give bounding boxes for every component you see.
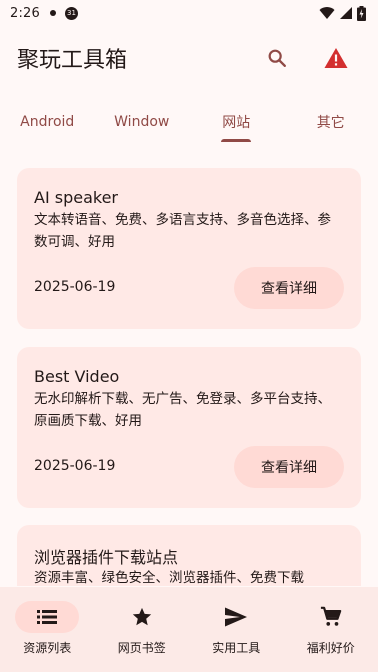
app-bar: 聚玩工具箱 — [0, 34, 378, 82]
search-icon — [268, 49, 286, 67]
nav-item-bookmarks[interactable]: 网页书签 — [95, 587, 190, 672]
wifi-icon — [319, 7, 335, 20]
card-description: 无水印解析下载、无广告、免登录、多平台支持、原画质下载、好用 — [34, 391, 331, 429]
list-item[interactable]: AI speaker 文本转语音、免费、多语言支持、多音色选择、参数可调、好用 … — [17, 168, 361, 329]
tab-window[interactable]: Window — [95, 100, 190, 144]
cart-icon — [320, 606, 342, 626]
card-title: 浏览器插件下载站点 — [34, 548, 179, 567]
status-time: 2:26 — [10, 5, 40, 21]
tab-indicator — [221, 139, 252, 142]
list-item[interactable]: 浏览器插件下载站点 资源丰富、绿色安全、浏览器插件、免费下载 — [17, 525, 361, 586]
warning-icon — [324, 48, 348, 68]
view-details-button[interactable]: 查看详细 — [234, 267, 344, 309]
nav-label: 资源列表 — [23, 641, 72, 655]
nav-item-resource-list[interactable]: 资源列表 — [0, 587, 95, 672]
search-button[interactable] — [257, 38, 297, 78]
status-bar: 2:26 31 — [0, 0, 378, 26]
nav-label: 实用工具 — [212, 641, 261, 655]
view-details-button[interactable]: 查看详细 — [234, 446, 344, 488]
card-title: Best Video — [34, 367, 120, 386]
category-tabs: Android Window 网站 其它 — [0, 100, 378, 144]
card-date: 2025-06-19 — [34, 458, 116, 474]
app-title: 聚玩工具箱 — [17, 48, 128, 73]
bottom-navigation: 资源列表 网页书签 实用工具 福利好价 — [0, 587, 378, 672]
nav-label: 福利好价 — [306, 641, 355, 655]
tab-label: Window — [114, 114, 170, 130]
list-item[interactable]: Best Video 无水印解析下载、无广告、免登录、多平台支持、原画质下载、好… — [17, 347, 361, 508]
tab-label: Android — [20, 114, 75, 130]
status-icons — [319, 5, 366, 21]
list-icon — [37, 610, 58, 624]
nav-item-deals[interactable]: 福利好价 — [284, 587, 378, 672]
notification-dot-icon — [50, 10, 56, 16]
star-icon — [132, 607, 151, 626]
tab-website[interactable]: 网站 — [189, 100, 284, 144]
send-icon — [225, 607, 248, 627]
tab-label: 网站 — [222, 115, 251, 131]
battery-icon — [357, 5, 366, 21]
card-date: 2025-06-19 — [34, 279, 116, 295]
tab-label: 其它 — [316, 115, 345, 131]
warning-button[interactable] — [316, 38, 356, 78]
signal-icon — [340, 7, 352, 19]
notification-count-badge: 31 — [65, 6, 78, 20]
tab-android[interactable]: Android — [0, 100, 95, 144]
nav-label: 网页书签 — [117, 641, 166, 655]
card-description: 资源丰富、绿色安全、浏览器插件、免费下载 — [34, 570, 304, 586]
resource-list[interactable]: AI speaker 文本转语音、免费、多语言支持、多音色选择、参数可调、好用 … — [0, 146, 378, 586]
card-title: AI speaker — [34, 188, 119, 207]
card-description: 文本转语音、免费、多语言支持、多音色选择、参数可调、好用 — [34, 212, 331, 250]
tab-other[interactable]: 其它 — [284, 100, 378, 144]
nav-active-indicator — [15, 601, 80, 633]
nav-item-tools[interactable]: 实用工具 — [189, 587, 284, 672]
